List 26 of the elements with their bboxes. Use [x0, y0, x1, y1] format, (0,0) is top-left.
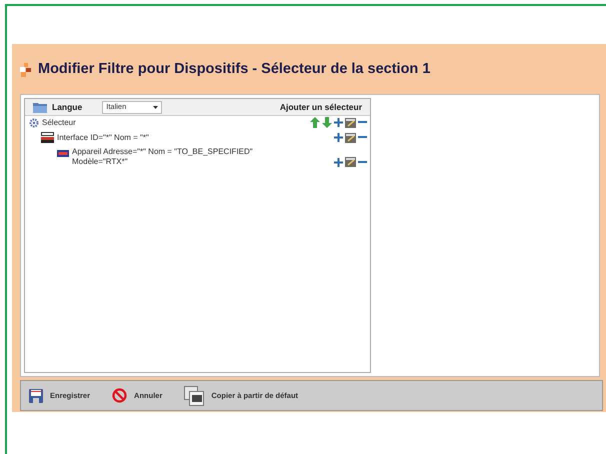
minus-icon[interactable] — [358, 160, 367, 164]
tree-item-text[interactable]: Sélecteur — [42, 118, 76, 128]
folder-icon — [33, 102, 47, 112]
edit-icon[interactable] — [345, 157, 356, 167]
down-arrow-icon[interactable] — [322, 117, 332, 128]
device-icon — [57, 150, 69, 157]
tree-item-text[interactable]: Appareil Adresse="*" Nom = "TO_BE_SPECIFIED" — [72, 147, 253, 157]
prohibited-icon — [112, 388, 128, 403]
tree-item-text[interactable]: Modèle="RTX*" — [72, 157, 253, 167]
logo-icon — [20, 62, 32, 78]
network-card-icon — [41, 132, 54, 143]
edit-icon[interactable] — [345, 118, 356, 128]
plus-icon[interactable] — [334, 158, 343, 166]
copy-icon — [184, 386, 204, 406]
minus-icon[interactable] — [358, 121, 367, 124]
gear-icon — [29, 118, 39, 128]
dropdown-caret-icon — [153, 106, 158, 108]
up-arrow-icon[interactable] — [310, 117, 320, 128]
tree-item-text[interactable]: Interface ID="*" Nom = "*" — [57, 132, 149, 142]
add-selector-link[interactable]: Ajouter un sélecteur — [280, 100, 362, 114]
edit-icon[interactable] — [345, 132, 356, 142]
language-label: Langue — [52, 100, 82, 114]
minus-icon[interactable] — [358, 136, 367, 139]
plus-icon[interactable] — [334, 133, 343, 142]
dialog-title: Modifier Filtre pour Dispositifs - Sélecteur de la section 1 — [38, 60, 430, 80]
plus-icon[interactable] — [334, 118, 343, 127]
